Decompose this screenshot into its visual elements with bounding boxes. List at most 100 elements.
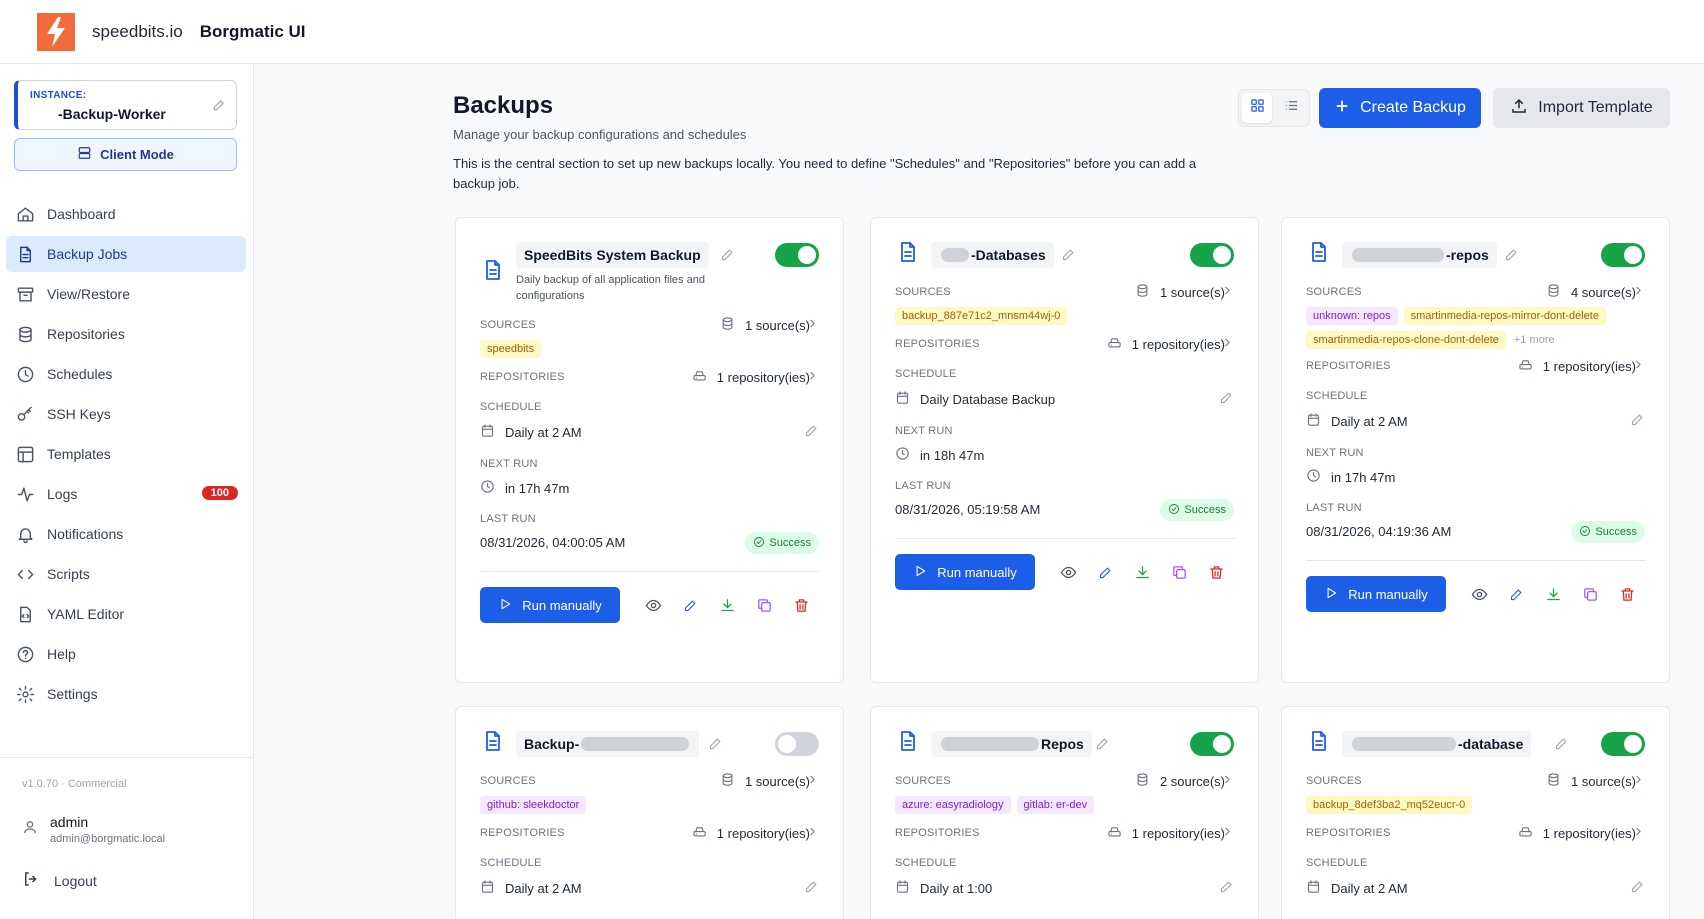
sidebar-item-label: Backup Jobs	[47, 246, 128, 262]
chevron-right-icon[interactable]	[1632, 825, 1645, 843]
view-eye-icon[interactable]	[1469, 584, 1489, 604]
enable-toggle[interactable]	[1190, 732, 1234, 756]
logs-count-badge: 100	[201, 486, 238, 500]
document-icon	[1307, 729, 1331, 758]
chevron-right-icon[interactable]	[806, 369, 819, 387]
copy-icon[interactable]	[1169, 562, 1189, 582]
run-manually-button[interactable]: Run manually	[895, 554, 1035, 590]
next-run-value: in 17h 47m	[1306, 468, 1395, 486]
sources-count[interactable]: 1 source(s)	[1135, 283, 1225, 301]
grid-view-button[interactable]	[1242, 93, 1272, 123]
edit-title-pencil-icon[interactable]	[1061, 247, 1076, 267]
edit-schedule-pencil-icon[interactable]	[804, 423, 819, 443]
sidebar-item-dashboard[interactable]: Dashboard	[6, 196, 246, 232]
chevron-right-icon[interactable]	[1632, 358, 1645, 376]
repositories-count[interactable]: 1 repository(ies)	[1518, 824, 1636, 842]
sources-count[interactable]: 4 source(s)	[1546, 283, 1636, 301]
list-view-button[interactable]	[1276, 93, 1306, 123]
edit-schedule-pencil-icon[interactable]	[804, 879, 819, 899]
logout-button[interactable]: Logout	[22, 870, 97, 891]
enable-toggle[interactable]	[775, 732, 819, 756]
sidebar-item-logs[interactable]: Logs 100	[6, 476, 246, 512]
chevron-right-icon[interactable]	[1221, 284, 1234, 302]
edit-title-pencil-icon[interactable]	[1504, 247, 1519, 267]
speedbits-logo-icon	[37, 12, 75, 51]
chevron-right-icon[interactable]	[1221, 825, 1234, 843]
schedule-value: Daily at 2 AM	[480, 423, 582, 441]
sources-count[interactable]: 1 source(s)	[1546, 772, 1636, 790]
pencil-icon[interactable]	[212, 98, 226, 117]
create-backup-button[interactable]: Create Backup	[1319, 88, 1481, 128]
sources-count[interactable]: 2 source(s)	[1135, 772, 1225, 790]
repositories-count[interactable]: 1 repository(ies)	[692, 824, 810, 842]
sidebar-item-view-restore[interactable]: View/Restore	[6, 276, 246, 312]
edit-schedule-pencil-icon[interactable]	[1219, 879, 1234, 899]
database-icon	[1546, 772, 1561, 790]
repositories-count[interactable]: 1 repository(ies)	[692, 368, 810, 386]
user-profile[interactable]: admin admin@borgmatic.local	[22, 814, 165, 845]
sidebar-item-notifications[interactable]: Notifications	[6, 516, 246, 552]
hard-drive-icon	[692, 368, 707, 386]
sources-count[interactable]: 1 source(s)	[720, 316, 810, 334]
chevron-right-icon[interactable]	[806, 773, 819, 791]
edit-title-pencil-icon[interactable]	[708, 736, 723, 756]
edit-pencil-icon[interactable]	[1095, 562, 1115, 582]
edit-schedule-pencil-icon[interactable]	[1630, 879, 1645, 899]
copy-icon[interactable]	[754, 595, 774, 615]
view-eye-icon[interactable]	[1058, 562, 1078, 582]
repositories-count[interactable]: 1 repository(ies)	[1518, 357, 1636, 375]
hard-drive-icon	[1107, 824, 1122, 842]
edit-schedule-pencil-icon[interactable]	[1630, 412, 1645, 432]
sidebar-item-yaml-editor[interactable]: YAML Editor	[6, 596, 246, 632]
enable-toggle[interactable]	[1601, 243, 1645, 267]
run-manually-button[interactable]: Run manually	[1306, 576, 1446, 612]
enable-toggle[interactable]	[775, 243, 819, 267]
sidebar-item-schedules[interactable]: Schedules	[6, 356, 246, 392]
chevron-right-icon[interactable]	[1221, 773, 1234, 791]
sidebar-item-templates[interactable]: Templates	[6, 436, 246, 472]
sidebar-divider	[0, 757, 254, 758]
repositories-count[interactable]: 1 repository(ies)	[1107, 335, 1225, 353]
import-template-button[interactable]: Import Template	[1493, 88, 1670, 128]
edit-title-pencil-icon[interactable]	[1095, 736, 1110, 756]
calendar-icon	[895, 390, 910, 408]
status-badge: Success	[1160, 499, 1234, 521]
chevron-right-icon[interactable]	[1632, 773, 1645, 791]
play-icon	[498, 597, 512, 614]
instance-selector[interactable]: INSTANCE: -Backup-Worker	[14, 80, 237, 130]
edit-pencil-icon[interactable]	[680, 595, 700, 615]
repositories-count[interactable]: 1 repository(ies)	[1107, 824, 1225, 842]
chevron-right-icon[interactable]	[1221, 336, 1234, 354]
chevron-right-icon[interactable]	[1632, 284, 1645, 302]
sidebar-item-help[interactable]: Help	[6, 636, 246, 672]
edit-schedule-pencil-icon[interactable]	[1219, 390, 1234, 410]
trash-icon[interactable]	[791, 595, 811, 615]
chevron-right-icon[interactable]	[806, 317, 819, 335]
client-mode-button[interactable]: Client Mode	[14, 138, 237, 171]
chevron-right-icon[interactable]	[806, 825, 819, 843]
import-template-label: Import Template	[1538, 99, 1653, 116]
run-manually-button[interactable]: Run manually	[480, 587, 620, 623]
schedule-value: Daily Database Backup	[895, 390, 1055, 408]
sidebar-item-backup-jobs[interactable]: Backup Jobs	[6, 236, 246, 272]
edit-title-pencil-icon[interactable]	[720, 247, 735, 267]
trash-icon[interactable]	[1617, 584, 1637, 604]
enable-toggle[interactable]	[1601, 732, 1645, 756]
copy-icon[interactable]	[1580, 584, 1600, 604]
brand-name: speedbits.io	[92, 21, 183, 41]
enable-toggle[interactable]	[1190, 243, 1234, 267]
edit-title-pencil-icon[interactable]	[1554, 736, 1569, 756]
sidebar-item-settings[interactable]: Settings	[6, 676, 246, 712]
sidebar-item-scripts[interactable]: Scripts	[6, 556, 246, 592]
sidebar-item-repositories[interactable]: Repositories	[6, 316, 246, 352]
download-icon[interactable]	[1543, 584, 1563, 604]
more-sources-link[interactable]: +1 more	[1512, 331, 1557, 349]
user-icon	[22, 818, 38, 841]
sources-count[interactable]: 1 source(s)	[720, 772, 810, 790]
trash-icon[interactable]	[1206, 562, 1226, 582]
view-eye-icon[interactable]	[643, 595, 663, 615]
download-icon[interactable]	[717, 595, 737, 615]
download-icon[interactable]	[1132, 562, 1152, 582]
edit-pencil-icon[interactable]	[1506, 584, 1526, 604]
sidebar-item-ssh-keys[interactable]: SSH Keys	[6, 396, 246, 432]
